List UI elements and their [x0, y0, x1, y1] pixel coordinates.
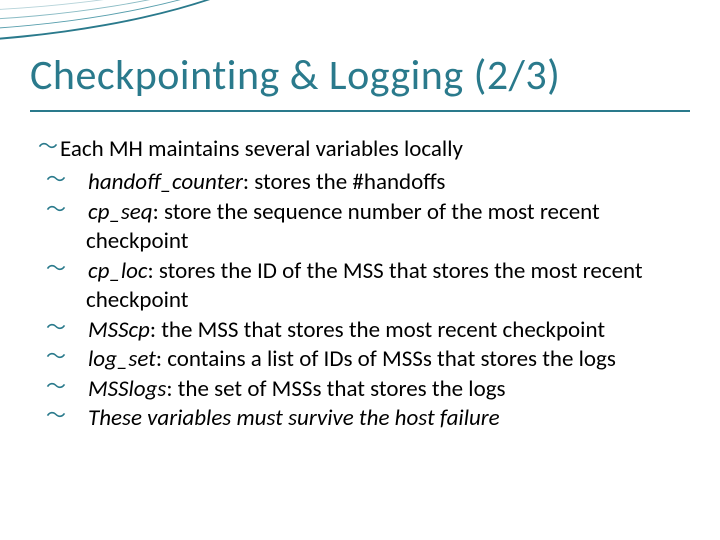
bullet-icon: ～ — [66, 198, 88, 224]
bullet-icon: ～ — [66, 345, 88, 371]
bullet-sub-4: ～MSScp: the MSS that stores the most rec… — [38, 316, 688, 345]
bullet-sub-6: ～MSSlogs: the set of MSSs that stores th… — [38, 375, 688, 404]
bullet-sub-1: ～handoff_counter: stores the #handoffs — [38, 168, 688, 197]
slide-body: ～Each MH maintains several variables loc… — [38, 135, 688, 433]
bullet-sub-3: ～cp_loc: stores the ID of the MSS that s… — [38, 257, 688, 316]
bullet-main: ～Each MH maintains several variables loc… — [38, 135, 688, 164]
bullet-icon: ～ — [38, 135, 60, 161]
title-underline — [30, 110, 690, 112]
bullet-sub-2: ～cp_seq: store the sequence number of th… — [38, 198, 688, 257]
bullet-icon: ～ — [66, 404, 88, 430]
bullet-icon: ～ — [66, 316, 88, 342]
bullet-icon: ～ — [66, 375, 88, 401]
bullet-icon: ～ — [66, 168, 88, 194]
slide-title: Checkpointing & Logging (2/3) — [30, 50, 560, 101]
bullet-icon: ～ — [66, 257, 88, 283]
bullet-sub-7: ～These variables must survive the host f… — [38, 404, 688, 433]
bullet-sub-5: ～log_set: contains a list of IDs of MSSs… — [38, 345, 688, 374]
